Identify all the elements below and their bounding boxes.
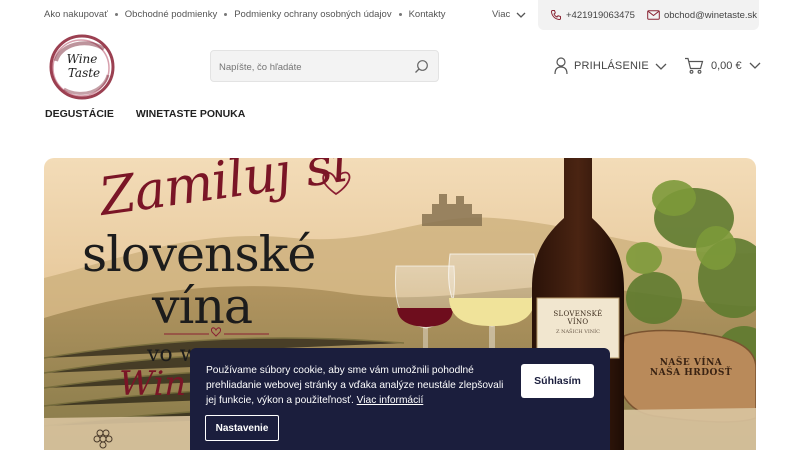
link-ako-nakupovat[interactable]: Ako nakupovať bbox=[44, 9, 108, 20]
more-menu-label: Viac bbox=[492, 9, 511, 20]
logo-text-taste: Taste bbox=[68, 66, 100, 80]
top-links: Ako nakupovať Obchodné podmienky Podmien… bbox=[44, 9, 446, 20]
contact-email[interactable]: obchod@winetaste.sk bbox=[647, 10, 757, 21]
hero-script-text: Win bbox=[119, 364, 187, 404]
link-kontakty[interactable]: Kontakty bbox=[409, 9, 446, 20]
hero-title-line2: slovenské bbox=[82, 226, 316, 283]
logo-text-wine: Wine bbox=[67, 52, 98, 66]
cart-total: 0,00 € bbox=[711, 59, 742, 72]
login-label: PRIHLÁSENIE bbox=[574, 60, 649, 72]
more-menu[interactable]: Viac bbox=[492, 9, 526, 20]
chevron-down-icon bbox=[749, 62, 761, 69]
cookie-more-info-link[interactable]: Viac informácií bbox=[357, 395, 424, 406]
user-icon bbox=[554, 57, 568, 75]
nav-item-winetaste-ponuka[interactable]: WINETASTE PONUKA bbox=[136, 108, 245, 120]
phone-number: +421919063475 bbox=[566, 9, 635, 21]
bottle-label-sub: Z NAŠICH VINÍC bbox=[556, 329, 600, 335]
wooden-plaque: NAŠE VÍNA NAŠA HRDOSŤ bbox=[636, 358, 746, 378]
logo-graphic: Wine Taste bbox=[49, 34, 115, 100]
cookie-text: Používame súbory cookie, aby sme vám umo… bbox=[206, 363, 506, 408]
cart-button[interactable]: 0,00 € bbox=[684, 57, 761, 74]
bottle-label: SLOVENSKÉ VÍNO Z NAŠICH VINÍC bbox=[545, 310, 611, 335]
search-box bbox=[210, 50, 439, 82]
mail-icon bbox=[647, 10, 660, 20]
top-bar: Ako nakupovať Obchodné podmienky Podmien… bbox=[0, 0, 800, 30]
chevron-down-icon bbox=[655, 63, 667, 70]
link-obchodne-podmienky[interactable]: Obchodné podmienky bbox=[125, 9, 217, 20]
cookie-banner: Používame súbory cookie, aby sme vám umo… bbox=[190, 348, 610, 450]
chevron-down-icon bbox=[516, 12, 526, 18]
separator-dot bbox=[114, 13, 118, 16]
login-menu[interactable]: PRIHLÁSENIE bbox=[554, 57, 667, 75]
search-icon[interactable] bbox=[414, 59, 429, 74]
cookie-message: Používame súbory cookie, aby sme vám umo… bbox=[206, 365, 504, 406]
phone-icon bbox=[550, 10, 561, 21]
search-input[interactable] bbox=[219, 59, 409, 75]
contact-phone[interactable]: +421919063475 bbox=[550, 9, 635, 21]
nav-item-degustacie[interactable]: DEGUSTÁCIE bbox=[45, 108, 114, 120]
plaque-line1: NAŠE VÍNA bbox=[659, 358, 723, 368]
plaque-line2: NAŠA HRDOSŤ bbox=[649, 368, 733, 378]
site-logo[interactable]: Wine Taste bbox=[46, 31, 118, 103]
link-ochrana-udajov[interactable]: Podmienky ochrany osobných údajov bbox=[234, 9, 391, 20]
separator-dot bbox=[224, 13, 228, 16]
cookie-settings-button[interactable]: Nastavenie bbox=[205, 415, 279, 441]
bottle-label-title: SLOVENSKÉ VÍNO bbox=[553, 310, 603, 326]
cookie-accept-button[interactable]: Súhlasím bbox=[521, 364, 594, 398]
cart-icon bbox=[685, 57, 704, 74]
email-address: obchod@winetaste.sk bbox=[663, 9, 758, 21]
separator-dot bbox=[398, 13, 402, 16]
contact-box: +421919063475 obchod@winetaste.sk bbox=[538, 0, 759, 30]
main-nav: DEGUSTÁCIE WINETASTE PONUKA bbox=[45, 108, 245, 120]
hero-title-line3: vína bbox=[152, 278, 253, 335]
